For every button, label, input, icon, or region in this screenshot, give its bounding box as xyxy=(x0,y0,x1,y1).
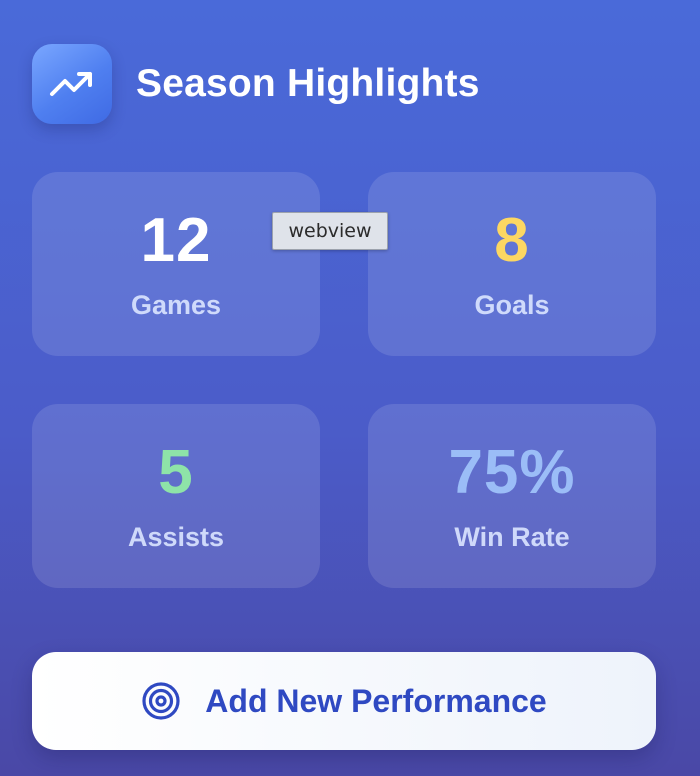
stat-card-assists: 5 Assists xyxy=(32,404,320,588)
stat-value-assists: 5 xyxy=(158,438,194,507)
stat-card-games: 12 Games xyxy=(32,172,320,356)
stat-label-assists: Assists xyxy=(127,522,225,552)
stat-label-games: Games xyxy=(130,290,222,320)
webview-tooltip: webview xyxy=(272,212,388,250)
trending-up-icon xyxy=(32,44,112,124)
stat-card-win-rate: 75% Win Rate xyxy=(368,404,656,588)
add-new-performance-label: Add New Performance xyxy=(205,682,547,719)
stat-label-win-rate: Win Rate xyxy=(454,522,570,552)
header: Season Highlights xyxy=(32,44,480,124)
stat-label-goals: Goals xyxy=(474,290,550,320)
target-icon xyxy=(142,682,180,720)
stat-value-games: 12 xyxy=(140,206,212,275)
stat-value-win-rate: 75% xyxy=(448,438,576,507)
add-new-performance-button[interactable]: Add New Performance xyxy=(32,652,656,750)
stat-card-goals: 8 Goals xyxy=(368,172,656,356)
stat-value-goals: 8 xyxy=(494,206,530,275)
page-title: Season Highlights xyxy=(136,62,480,105)
